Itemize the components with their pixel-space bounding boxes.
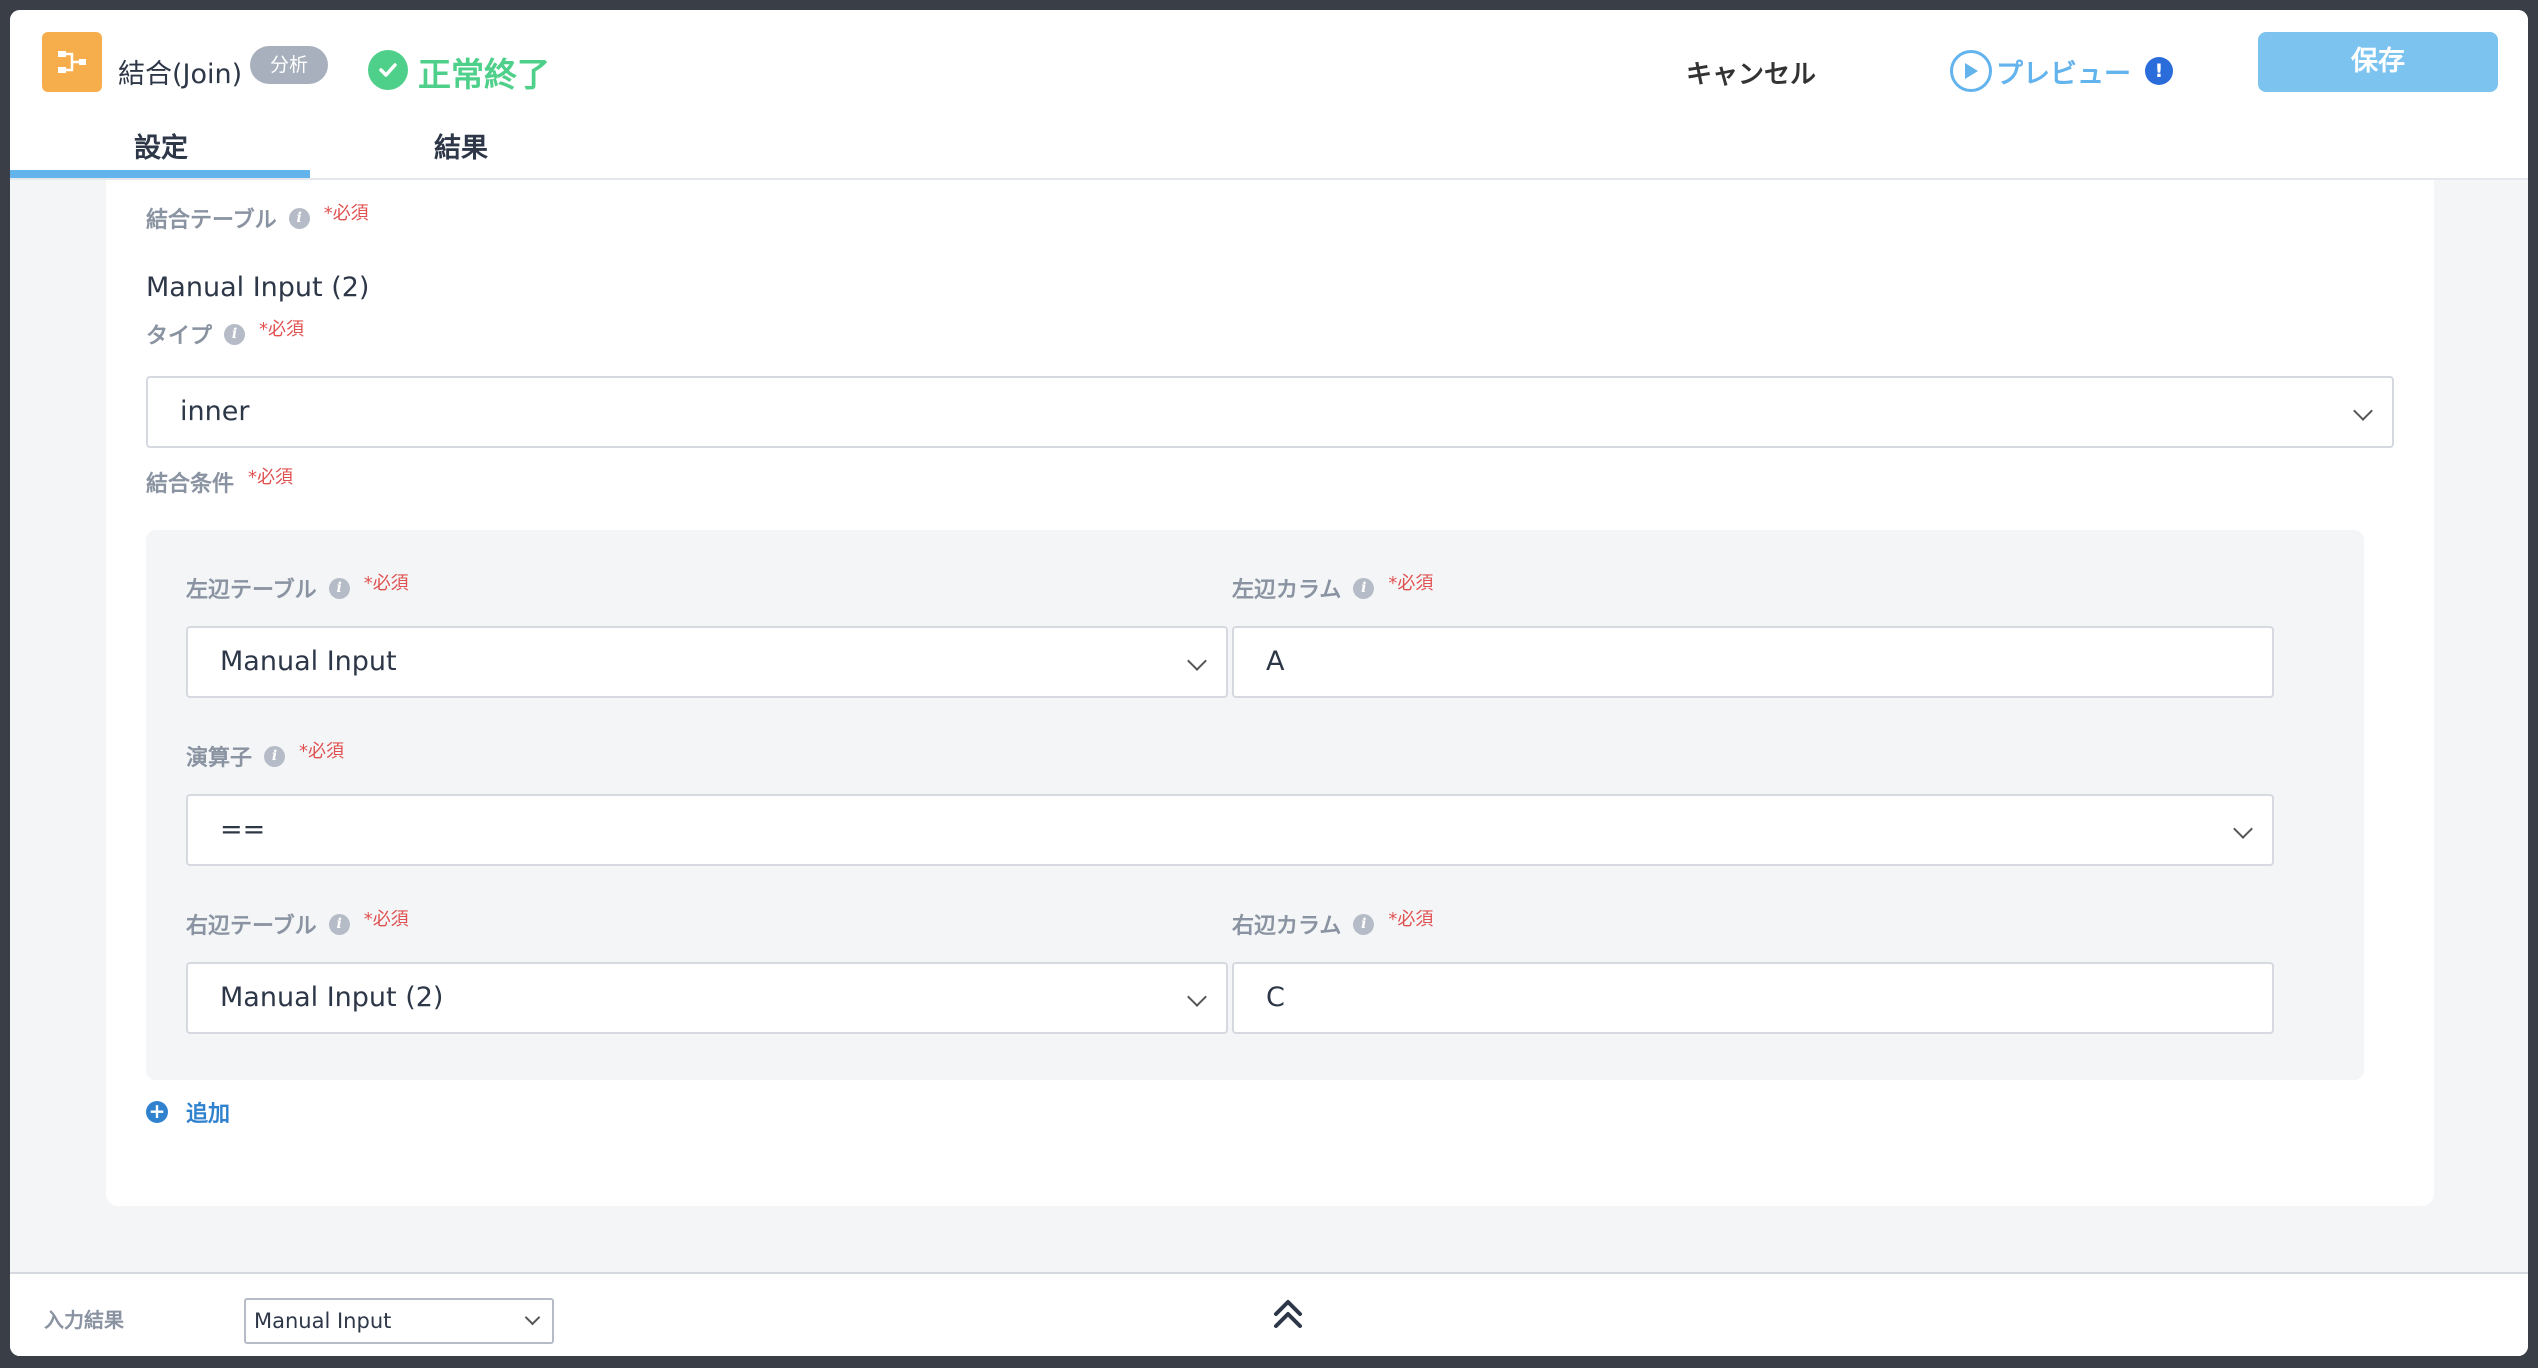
plus-circle-icon: + <box>146 1101 168 1123</box>
info-icon: i <box>288 207 310 229</box>
add-condition-button[interactable]: + 追加 <box>146 1096 230 1128</box>
info-icon: i <box>328 577 350 599</box>
join-table-label-text: 結合テーブル <box>146 208 277 233</box>
right-column-input[interactable]: C <box>1232 962 2274 1034</box>
left-column-label-text: 左辺カラム <box>1232 578 1342 603</box>
settings-card: 結合テーブル i *必須 Manual Input (2) タイプ i *必須 … <box>106 180 2434 1206</box>
content-area: 結合テーブル i *必須 Manual Input (2) タイプ i *必須 … <box>10 180 2528 1272</box>
required-mark: *必須 <box>1388 573 1434 594</box>
required-mark: *必須 <box>299 741 345 762</box>
info-icon: i <box>1353 913 1375 935</box>
join-table-value: Manual Input (2) <box>146 272 370 303</box>
input-result-value: Manual Input <box>254 1309 392 1333</box>
left-table-value: Manual Input <box>220 646 397 677</box>
conditions-label-text: 結合条件 <box>146 472 235 497</box>
play-icon <box>1950 50 1992 92</box>
input-result-label: 入力結果 <box>44 1308 124 1332</box>
right-table-label: 右辺テーブル i *必須 <box>186 908 409 940</box>
chevron-down-icon <box>524 1309 541 1326</box>
type-select[interactable]: inner <box>146 376 2394 448</box>
right-table-select[interactable]: Manual Input (2) <box>186 962 1228 1034</box>
modal-window: 結合(Join) 分析 正常終了 キャンセル プレビュー ! 保存 設定 結果 … <box>10 10 2528 1356</box>
node-title: 結合(Join) <box>118 59 243 90</box>
required-mark: *必須 <box>1388 909 1434 930</box>
required-mark: *必須 <box>323 203 369 224</box>
active-tab-indicator <box>10 170 310 178</box>
status-text: 正常終了 <box>418 55 550 94</box>
chevron-down-icon <box>2353 401 2373 421</box>
info-icon: i <box>264 745 286 767</box>
preview-label: プレビュー <box>1996 58 2131 90</box>
bottom-bar: 入力結果 Manual Input <box>10 1272 2528 1356</box>
right-table-value: Manual Input (2) <box>220 982 444 1013</box>
chevron-down-icon <box>2233 819 2253 839</box>
join-condition-box: 左辺テーブル i *必須 Manual Input 左辺カラム i *必須 A <box>146 530 2364 1080</box>
input-result-select[interactable]: Manual Input <box>244 1298 554 1344</box>
chevron-down-icon <box>1187 987 1207 1007</box>
info-icon: i <box>1353 577 1375 599</box>
left-table-select[interactable]: Manual Input <box>186 626 1228 698</box>
preview-button[interactable]: プレビュー ! <box>1950 48 2173 94</box>
tab-results[interactable]: 結果 <box>434 126 488 165</box>
double-chevron-up-icon[interactable] <box>1268 1294 1308 1334</box>
left-column-input[interactable]: A <box>1232 626 2274 698</box>
right-table-label-text: 右辺テーブル <box>186 914 317 939</box>
type-label-text: タイプ <box>146 324 213 349</box>
left-table-label: 左辺テーブル i *必須 <box>186 572 409 604</box>
join-table-label: 結合テーブル i *必須 <box>146 202 369 234</box>
operator-select[interactable]: == <box>186 794 2274 866</box>
type-label: タイプ i *必須 <box>146 318 304 350</box>
warning-icon: ! <box>2145 57 2173 85</box>
left-column-label: 左辺カラム i *必須 <box>1232 572 1433 604</box>
required-mark: *必須 <box>259 319 305 340</box>
add-label: 追加 <box>186 1102 231 1127</box>
tab-settings[interactable]: 設定 <box>134 126 188 165</box>
info-icon: i <box>224 323 246 345</box>
check-circle-icon <box>368 50 408 90</box>
required-mark: *必須 <box>363 909 409 930</box>
required-mark: *必須 <box>363 573 409 594</box>
operator-label: 演算子 i *必須 <box>186 740 344 772</box>
left-table-label-text: 左辺テーブル <box>186 578 317 603</box>
cancel-button[interactable]: キャンセル <box>1686 54 1816 91</box>
header: 結合(Join) 分析 正常終了 キャンセル プレビュー ! 保存 設定 結果 <box>10 10 2528 180</box>
required-mark: *必須 <box>248 467 294 488</box>
conditions-label: 結合条件 *必須 <box>146 466 293 498</box>
category-badge: 分析 <box>250 46 329 84</box>
type-select-value: inner <box>180 396 250 427</box>
join-icon <box>42 32 102 92</box>
save-button[interactable]: 保存 <box>2258 32 2498 92</box>
info-icon: i <box>328 913 350 935</box>
right-column-label: 右辺カラム i *必須 <box>1232 908 1433 940</box>
operator-value: == <box>220 814 266 845</box>
chevron-down-icon <box>1187 651 1207 671</box>
operator-label-text: 演算子 <box>186 746 253 771</box>
right-column-label-text: 右辺カラム <box>1232 914 1342 939</box>
